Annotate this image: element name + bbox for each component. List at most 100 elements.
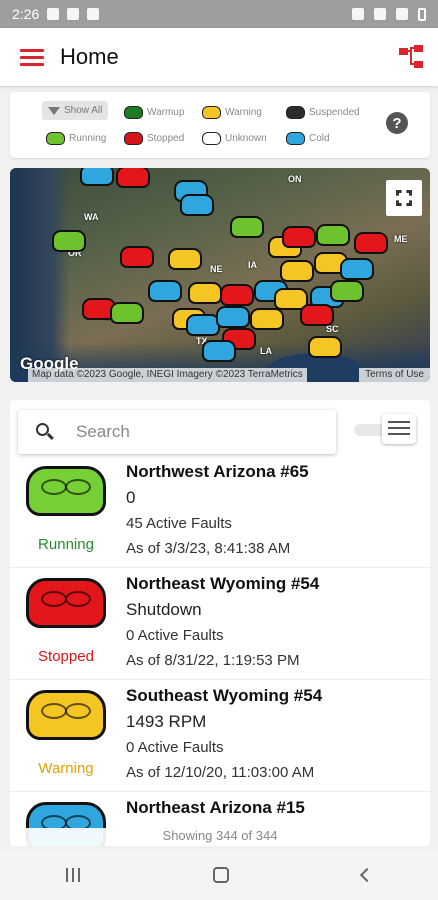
legend-unknown[interactable]: Unknown (202, 132, 267, 145)
map-marker[interactable] (80, 168, 114, 186)
map-marker[interactable] (110, 302, 144, 324)
map-marker[interactable] (120, 246, 154, 268)
battery-icon (418, 7, 426, 21)
status-bar: 2:26 (0, 0, 438, 28)
engine-icon (46, 132, 65, 145)
map-marker[interactable] (148, 280, 182, 302)
asset-timestamp: As of 12/10/20, 11:03:00 AM (126, 764, 315, 781)
help-icon[interactable]: ? (386, 112, 408, 134)
map-marker[interactable] (280, 260, 314, 282)
engine-icon (26, 466, 106, 516)
back-icon[interactable] (359, 867, 374, 883)
legend-label: Unknown (225, 133, 267, 144)
asset-timestamp: As of 8/31/22, 1:19:53 PM (126, 652, 300, 669)
asset-timestamp: As of 3/3/23, 8:41:38 AM (126, 540, 291, 557)
legend-label: Running (69, 133, 107, 144)
page-title: Home (60, 44, 119, 69)
hierarchy-icon[interactable] (398, 44, 424, 70)
map-marker[interactable] (250, 308, 284, 330)
app-icon (87, 8, 100, 20)
legend-warning[interactable]: Warning (202, 106, 262, 119)
result-count: Showing 344 of 344 (10, 828, 430, 846)
legend-cold[interactable]: Cold (286, 132, 330, 145)
engine-icon (26, 578, 106, 628)
notification-icon (67, 8, 80, 20)
engine-icon (286, 106, 305, 119)
map-marker[interactable] (340, 258, 374, 280)
legend-suspended[interactable]: Suspended (286, 106, 360, 119)
gallery-icon (47, 8, 60, 20)
map-state-label: LA (260, 346, 272, 356)
map-marker[interactable] (116, 168, 150, 188)
legend-warmup[interactable]: Warmup (124, 106, 184, 119)
map-marker[interactable] (330, 280, 364, 302)
map-marker[interactable] (220, 284, 254, 306)
map-marker[interactable] (188, 282, 222, 304)
map-marker[interactable] (316, 224, 350, 246)
home-icon[interactable] (212, 867, 229, 883)
map-marker[interactable] (308, 336, 342, 358)
map-marker[interactable] (168, 248, 202, 270)
asset-map[interactable]: ON WA OR SD NE IA KS AZ TX LA SC ME Goog… (10, 168, 430, 382)
list-item[interactable]: Running Northwest Arizona #65 0 45 Activ… (10, 456, 430, 568)
asset-faults: 0 Active Faults (126, 739, 224, 756)
asset-reading: Shutdown (126, 600, 202, 619)
legend-label: Suspended (309, 107, 360, 118)
app-bar: Home (0, 28, 438, 86)
map-attribution: Map data ©2023 Google, INEGI Imagery ©20… (28, 368, 307, 382)
map-marker[interactable] (282, 226, 316, 248)
legend-label: Cold (309, 133, 330, 144)
engine-icon (124, 106, 143, 119)
map-marker[interactable] (354, 232, 388, 254)
asset-list-card: Running Northwest Arizona #65 0 45 Activ… (10, 400, 430, 846)
status-label: Running (38, 536, 94, 553)
asset-name: Northwest Arizona #65 (126, 462, 309, 481)
status-label: Stopped (38, 648, 94, 665)
search-box (18, 410, 336, 454)
engine-icon (286, 132, 305, 145)
list-item[interactable]: Warning Southeast Wyoming #54 1493 RPM 0… (10, 680, 430, 792)
asset-reading: 1493 RPM (126, 712, 207, 731)
legend-running[interactable]: Running (46, 132, 106, 145)
status-legend: Show All Warmup Warning Suspended Runnin… (10, 92, 430, 158)
search-input[interactable] (76, 422, 306, 442)
map-marker[interactable] (216, 306, 250, 328)
legend-label: Warning (225, 107, 262, 118)
map-state-label: NE (210, 264, 223, 274)
map-state-label: IA (248, 260, 257, 270)
mute-icon (352, 8, 364, 20)
asset-reading: 0 (126, 488, 136, 507)
system-nav-bar (0, 850, 438, 900)
list-menu-button[interactable] (382, 414, 416, 444)
fullscreen-button[interactable] (386, 180, 422, 216)
fullscreen-icon (396, 190, 412, 206)
legend-label: Show All (64, 105, 103, 116)
list-item[interactable]: Stopped Northeast Wyoming #54 Shutdown 0… (10, 568, 430, 680)
map-marker[interactable] (230, 216, 264, 238)
recents-icon[interactable] (66, 868, 81, 882)
map-state-label: ON (288, 174, 302, 184)
map-marker[interactable] (52, 230, 86, 252)
legend-stopped[interactable]: Stopped (124, 132, 184, 145)
menu-icon[interactable] (20, 45, 44, 70)
signal-icon (396, 8, 408, 20)
asset-name: Northeast Wyoming #54 (126, 574, 320, 593)
map-marker[interactable] (202, 340, 236, 362)
legend-label: Stopped (147, 133, 185, 144)
status-time: 2:26 (12, 6, 40, 22)
show-all-filter[interactable]: Show All (42, 101, 109, 120)
status-label: Warning (38, 760, 94, 777)
engine-icon (124, 132, 143, 145)
legend-label: Warmup (147, 107, 185, 118)
asset-list: Running Northwest Arizona #65 0 45 Activ… (10, 456, 430, 846)
map-marker[interactable] (300, 304, 334, 326)
asset-name: Southeast Wyoming #54 (126, 686, 323, 705)
terms-of-use-link[interactable]: Terms of Use (359, 368, 430, 382)
asset-faults: 0 Active Faults (126, 627, 224, 644)
map-marker[interactable] (186, 314, 220, 336)
asset-name: Northeast Arizona #15 (126, 798, 305, 817)
engine-icon (202, 106, 221, 119)
wifi-icon (374, 8, 386, 20)
map-state-label: WA (84, 212, 99, 222)
map-marker[interactable] (180, 194, 214, 216)
